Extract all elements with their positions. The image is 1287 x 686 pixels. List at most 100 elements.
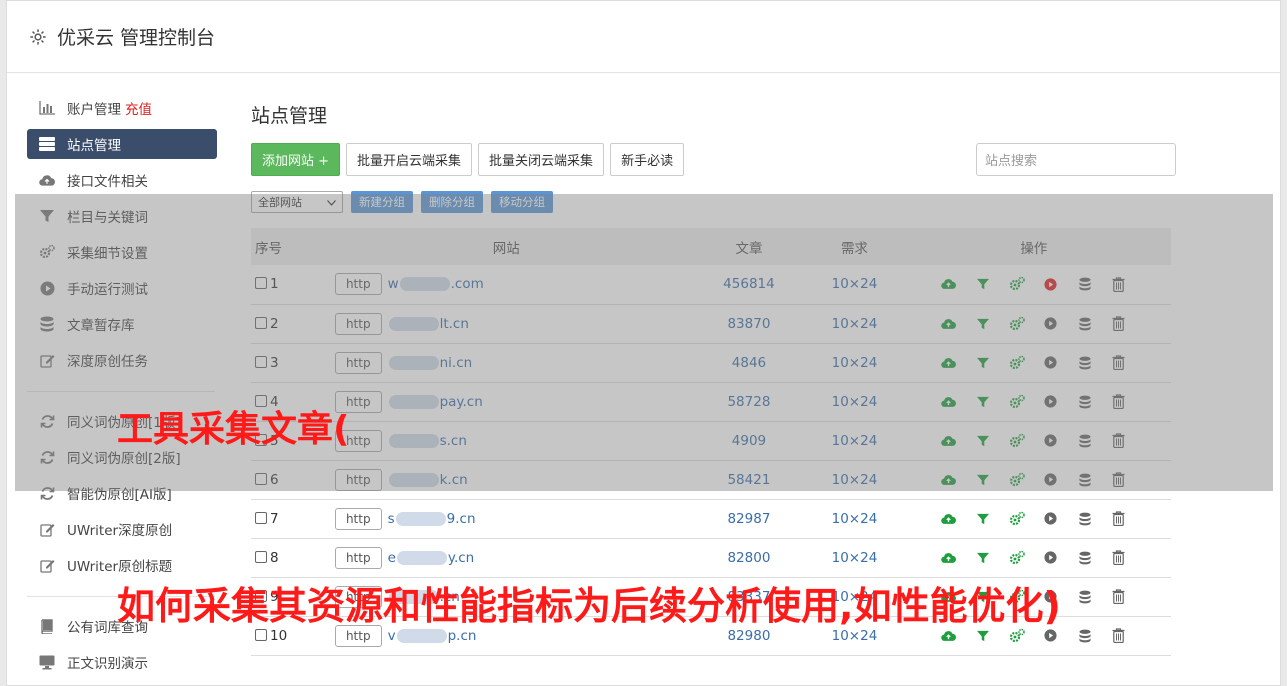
play-circle-icon[interactable] — [1043, 433, 1059, 449]
article-count[interactable]: 82987 — [686, 499, 813, 538]
demand-value[interactable]: 10×24 — [812, 538, 896, 577]
database-icon[interactable] — [1077, 589, 1093, 605]
sidebar-item-items-5[interactable]: 手动运行测试 — [27, 273, 217, 303]
site-domain[interactable]: lt.cn — [388, 316, 469, 332]
cloud-upload-icon[interactable] — [941, 316, 957, 332]
row-checkbox[interactable] — [255, 628, 267, 641]
filter-icon[interactable] — [975, 276, 991, 292]
site-domain[interactable]: ni.cn — [388, 355, 472, 371]
sidebar-item-items-3[interactable]: 栏目与关键词 — [27, 201, 217, 231]
demand-value[interactable]: 10×24 — [812, 304, 896, 343]
add-site-button[interactable]: 添加网站 + — [251, 142, 341, 176]
row-checkbox[interactable] — [255, 550, 267, 563]
filter-icon[interactable] — [975, 394, 991, 410]
trash-icon[interactable] — [1111, 472, 1127, 488]
sidebar-item-items-1[interactable]: 站点管理 — [27, 129, 217, 159]
cloud-upload-icon[interactable] — [941, 433, 957, 449]
cogs-icon[interactable] — [1009, 355, 1025, 371]
play-circle-icon[interactable] — [1043, 550, 1059, 566]
article-count[interactable]: 58728 — [686, 382, 813, 421]
filter-icon[interactable] — [975, 316, 991, 332]
trash-icon[interactable] — [1111, 276, 1127, 292]
group-select[interactable]: 全部网站 — [251, 191, 343, 213]
database-icon[interactable] — [1077, 433, 1093, 449]
play-circle-icon[interactable] — [1043, 511, 1059, 527]
database-icon[interactable] — [1077, 355, 1093, 371]
demand-value[interactable]: 10×24 — [812, 421, 896, 460]
filter-icon[interactable] — [975, 511, 991, 527]
filter-icon[interactable] — [975, 472, 991, 488]
cogs-icon[interactable] — [1009, 316, 1025, 332]
row-checkbox[interactable] — [255, 355, 267, 368]
article-count[interactable]: 4846 — [686, 343, 813, 382]
trash-icon[interactable] — [1111, 589, 1127, 605]
cogs-icon[interactable] — [1009, 394, 1025, 410]
database-icon[interactable] — [1077, 394, 1093, 410]
cloud-upload-icon[interactable] — [941, 276, 957, 292]
trash-icon[interactable] — [1111, 628, 1127, 644]
filter-icon[interactable] — [975, 355, 991, 371]
trash-icon[interactable] — [1111, 511, 1127, 527]
article-count[interactable]: 83870 — [686, 304, 813, 343]
database-icon[interactable] — [1077, 550, 1093, 566]
article-count[interactable]: 4909 — [686, 421, 813, 460]
site-domain[interactable]: s.cn — [388, 433, 467, 449]
trash-icon[interactable] — [1111, 433, 1127, 449]
sidebar-item-items-2[interactable]: 接口文件相关 — [27, 165, 217, 195]
demand-value[interactable]: 10×24 — [812, 460, 896, 499]
newbie-guide-button[interactable]: 新手必读 — [610, 142, 685, 176]
demand-value[interactable]: 10×24 — [812, 265, 896, 304]
recharge-link[interactable]: 充值 — [125, 98, 152, 118]
database-icon[interactable] — [1077, 628, 1093, 644]
filter-icon[interactable] — [975, 550, 991, 566]
protocol-badge[interactable]: http — [334, 546, 382, 569]
sidebar-item-items-4[interactable]: 采集细节设置 — [27, 237, 217, 267]
site-domain[interactable]: k.cn — [388, 472, 468, 488]
article-count[interactable]: 456814 — [686, 265, 813, 304]
batch-open-button[interactable]: 批量开启云端采集 — [346, 142, 473, 176]
article-count[interactable]: 58421 — [686, 460, 813, 499]
cogs-icon[interactable] — [1009, 472, 1025, 488]
protocol-badge[interactable]: http — [334, 351, 382, 374]
row-checkbox[interactable] — [255, 316, 267, 329]
protocol-badge[interactable]: http — [334, 507, 382, 530]
site-domain[interactable]: s 9.cn — [388, 511, 476, 527]
cloud-upload-icon[interactable] — [941, 472, 957, 488]
play-circle-icon[interactable] — [1043, 316, 1059, 332]
cogs-icon[interactable] — [1009, 276, 1025, 292]
demand-value[interactable]: 10×24 — [812, 382, 896, 421]
protocol-badge[interactable]: http — [334, 468, 382, 491]
database-icon[interactable] — [1077, 276, 1093, 292]
trash-icon[interactable] — [1111, 394, 1127, 410]
database-icon[interactable] — [1077, 511, 1093, 527]
site-domain[interactable]: pay.cn — [388, 394, 483, 410]
site-search-input[interactable]: 站点搜索 — [976, 142, 1176, 176]
demand-value[interactable]: 10×24 — [812, 343, 896, 382]
cloud-upload-icon[interactable] — [941, 511, 957, 527]
sidebar-item-items2-3[interactable]: UWriter深度原创 — [27, 514, 217, 544]
sidebar-item-items-7[interactable]: 深度原创任务 — [27, 345, 217, 375]
trash-icon[interactable] — [1111, 316, 1127, 332]
database-icon[interactable] — [1077, 472, 1093, 488]
row-checkbox[interactable] — [255, 472, 267, 485]
cloud-upload-icon[interactable] — [941, 355, 957, 371]
site-domain[interactable]: e y.cn — [388, 550, 475, 566]
cloud-upload-icon[interactable] — [941, 394, 957, 410]
article-count[interactable]: 82800 — [686, 538, 813, 577]
play-circle-icon[interactable] — [1043, 276, 1059, 292]
play-circle-icon[interactable] — [1043, 355, 1059, 371]
cogs-icon[interactable] — [1009, 550, 1025, 566]
cloud-upload-icon[interactable] — [941, 550, 957, 566]
delete-group-button[interactable]: 删除分组 — [421, 191, 483, 213]
site-domain[interactable]: w .com — [388, 276, 484, 292]
batch-close-button[interactable]: 批量关闭云端采集 — [478, 142, 605, 176]
new-group-button[interactable]: 新建分组 — [351, 191, 413, 213]
protocol-badge[interactable]: http — [334, 273, 382, 296]
cogs-icon[interactable] — [1009, 433, 1025, 449]
sidebar-item-items-0[interactable]: 账户管理 充值 — [27, 93, 217, 123]
database-icon[interactable] — [1077, 316, 1093, 332]
filter-icon[interactable] — [975, 433, 991, 449]
play-circle-icon[interactable] — [1043, 394, 1059, 410]
sidebar-item-items3-1[interactable]: 正文识别演示 — [27, 647, 217, 677]
protocol-badge[interactable]: http — [334, 312, 382, 335]
